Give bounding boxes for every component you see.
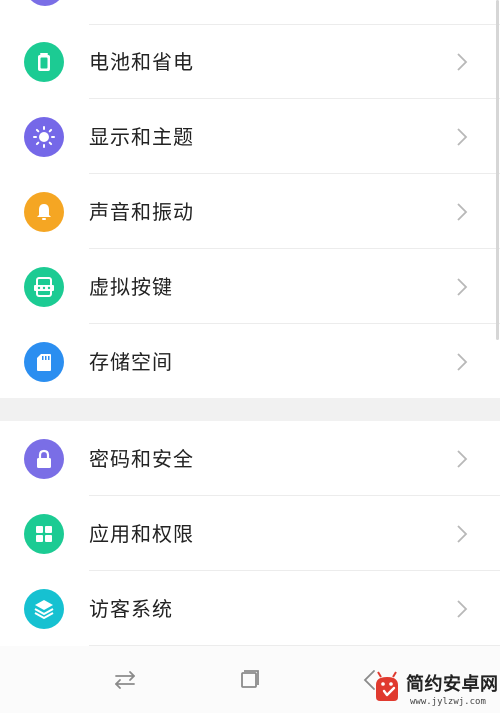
chevron-right-icon [457,278,468,296]
partial-settings-icon [25,0,65,6]
settings-item-virtual-keys[interactable]: 虚拟按键 [0,249,500,324]
switch-icon[interactable] [111,666,139,694]
settings-item-battery[interactable]: 电池和省电 [0,24,500,99]
settings-item-storage[interactable]: 存储空间 [0,324,500,399]
settings-group-system: 电池和省电 显示和主题 声音和振动 虚拟按键 存储空间 [0,0,500,398]
settings-item-guest[interactable]: 访客系统 [0,571,500,646]
chevron-right-icon [457,600,468,618]
battery-icon [24,42,64,82]
settings-item-label: 虚拟按键 [89,275,173,299]
settings-item-label: 显示和主题 [89,125,194,149]
settings-item-sound[interactable]: 声音和振动 [0,174,500,249]
settings-item-label: 密码和安全 [89,447,194,471]
settings-item-label: 存储空间 [89,350,173,374]
settings-item-apps[interactable]: 应用和权限 [0,496,500,571]
chevron-right-icon [457,525,468,543]
chevron-right-icon [457,203,468,221]
settings-item-password[interactable]: 密码和安全 [0,421,500,496]
scrollbar[interactable] [496,0,499,340]
group-separator [0,398,500,421]
settings-item-display[interactable]: 显示和主题 [0,99,500,174]
virtual-keys-icon [24,267,64,307]
watermark-url: www.jylzwj.com [410,697,486,707]
watermark: 简约安卓网 www.jylzwj.com [360,655,500,713]
settings-item-label: 应用和权限 [89,522,194,546]
watermark-title: 简约安卓网 [406,674,499,695]
watermark-logo [376,671,398,701]
brightness-icon [24,117,64,157]
lock-icon [24,439,64,479]
sd-card-icon [24,342,64,382]
recent-apps-icon[interactable] [236,666,264,694]
settings-item-label: 访客系统 [89,597,173,621]
settings-item-label: 电池和省电 [89,50,194,74]
chevron-right-icon [457,353,468,371]
chevron-right-icon [457,53,468,71]
bell-icon [24,192,64,232]
settings-item-label: 声音和振动 [89,200,194,224]
layers-icon [24,589,64,629]
app-grid-icon [24,514,64,554]
settings-group-security: 密码和安全 应用和权限 访客系统 [0,421,500,646]
settings-screen: 电池和省电 显示和主题 声音和振动 虚拟按键 存储空间 密码和安全 应用和权限 … [0,0,500,713]
chevron-right-icon [457,450,468,468]
chevron-right-icon [457,128,468,146]
